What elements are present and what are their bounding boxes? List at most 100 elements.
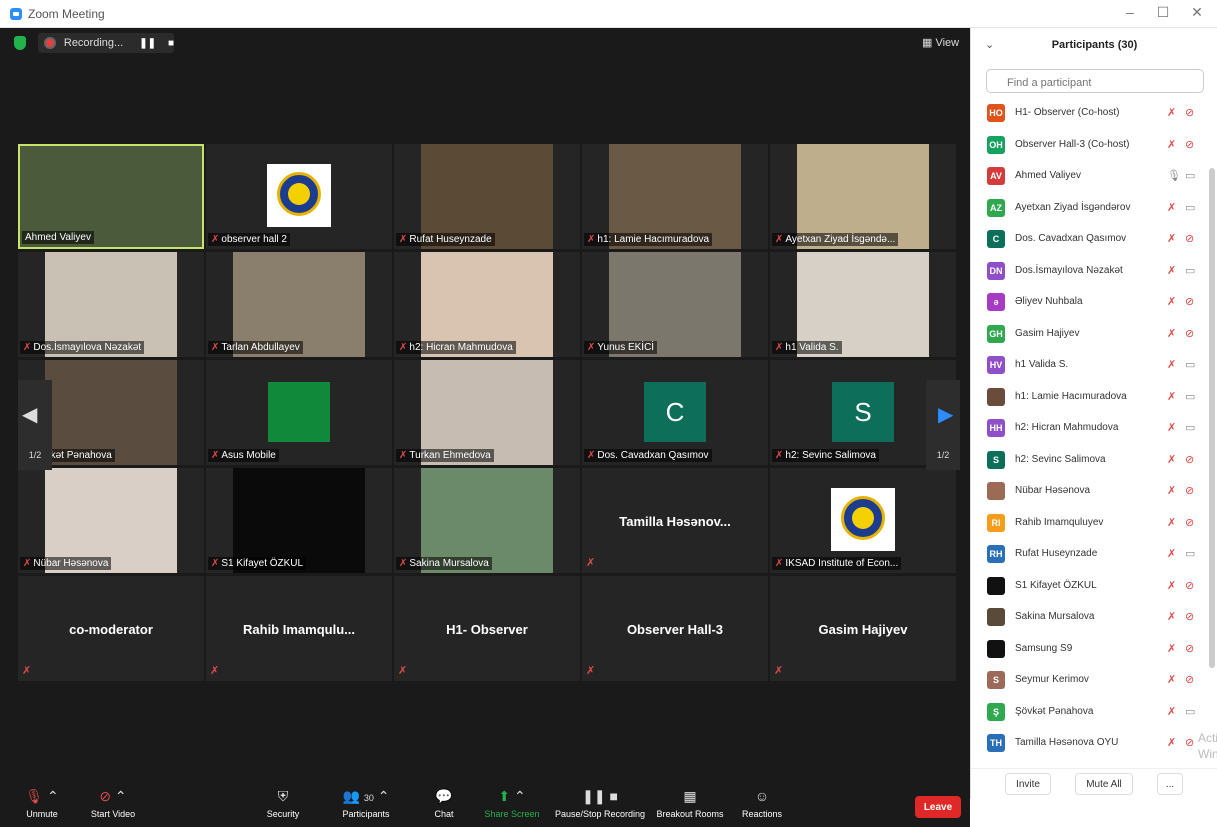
- participant-row[interactable]: Samsung S9 ✗ ⊘: [971, 634, 1217, 664]
- camera-off-icon: ⊘: [1185, 516, 1195, 529]
- video-tile[interactable]: ✗ Asus Mobile: [206, 360, 392, 465]
- muted-mic-icon: ✗: [1167, 705, 1177, 718]
- window-title: Zoom Meeting: [28, 6, 105, 21]
- video-tile[interactable]: Ahmed Valiyev: [18, 144, 204, 249]
- participant-name-label: ✗ Ayetxan Ziyad İsgəndə...: [772, 233, 899, 246]
- participant-row[interactable]: RH Rufat Huseynzade ✗ ▭: [971, 539, 1217, 569]
- video-tile[interactable]: Tamilla Həsənov... ✗: [582, 468, 768, 573]
- video-tile[interactable]: Observer Hall-3 ✗: [582, 576, 768, 681]
- video-tile[interactable]: ✗ Tarlan Abdullayev: [206, 252, 392, 357]
- pause-stop-recording-button[interactable]: ❚❚ ■ Pause/Stop Recording: [548, 787, 652, 819]
- participant-row[interactable]: RI Rahib Imamquluyev ✗ ⊘: [971, 508, 1217, 538]
- participant-row[interactable]: GH Gasim Hajiyev ✗ ⊘: [971, 319, 1217, 349]
- participant-name: Sakina Mursalova: [409, 558, 489, 569]
- maximize-button[interactable]: ☐: [1148, 4, 1178, 21]
- video-tile[interactable]: Gasim Hajiyev ✗: [770, 576, 956, 681]
- video-tile[interactable]: ✗ h1 Valida S.: [770, 252, 956, 357]
- muted-mic-icon: ✗: [210, 665, 220, 677]
- encryption-shield-icon[interactable]: [14, 36, 26, 50]
- participants-button[interactable]: 👥 30 ⌃ Participants: [326, 787, 406, 819]
- participant-row[interactable]: Nübar Həsənova ✗ ⊘: [971, 476, 1217, 506]
- unmute-button[interactable]: 🎙 ⌃ Unmute: [2, 787, 82, 819]
- muted-mic-icon: ✗: [587, 450, 596, 461]
- participant-name-label: ✗ Turkan Ehmedova: [396, 449, 494, 462]
- participant-row[interactable]: Sh2: Sevinc Salimova ✗ ⊘: [971, 445, 1217, 475]
- participant-name-label: ✗ h1: Lamie Hacımuradova: [584, 233, 713, 246]
- next-page-button[interactable]: ▶ 1/2: [926, 380, 960, 470]
- participant-name: Asus Mobile: [221, 450, 276, 461]
- video-tile[interactable]: ✗ IKSAD Institute of Econ...: [770, 468, 956, 573]
- participant-name-card: Observer Hall-3: [626, 622, 724, 637]
- muted-mic-icon: ✗: [1167, 390, 1177, 403]
- video-tile[interactable]: ✗ h1: Lamie Hacımuradova: [582, 144, 768, 249]
- participants-panel: ⌄ Participants (30) ⚲ HOH1- Observer (Co…: [970, 28, 1217, 799]
- participant-row[interactable]: OH Observer Hall-3 (Co-host) ✗ ⊘: [971, 130, 1217, 160]
- participants-panel-footer: Invite Mute All ...: [971, 768, 1217, 799]
- participant-row[interactable]: HH h2: Hicran Mahmudova ✗ ▭: [971, 413, 1217, 443]
- participant-list-scrollbar[interactable]: [1209, 168, 1215, 668]
- participant-name: Seymur Kerimov: [1015, 674, 1089, 685]
- muted-mic-icon: ✗: [1167, 233, 1177, 245]
- video-tile[interactable]: ✗ h2: Hicran Mahmudova: [394, 252, 580, 357]
- video-tile[interactable]: ✗ S1 Kifayet ÖZKUL: [206, 468, 392, 573]
- participant-row[interactable]: AZ Ayetxan Ziyad İsgəndərov ✗ ▭: [971, 193, 1217, 223]
- participant-row[interactable]: Sakina Mursalova ✗ ⊘: [971, 602, 1217, 632]
- participant-name-label: ✗ h2: Hicran Mahmudova: [396, 341, 516, 354]
- pause-recording-icon[interactable]: ❚❚: [139, 38, 156, 49]
- participant-name: Şövkət Pənahova: [1015, 705, 1094, 717]
- previous-page-button[interactable]: ◀ 1/2: [18, 380, 52, 470]
- participant-name-card: co-moderator: [69, 622, 153, 637]
- video-tile[interactable]: ✗ Nübar Həsənova: [18, 468, 204, 573]
- video-tile[interactable]: ✗ Yunus EKİCİ: [582, 252, 768, 357]
- participant-row[interactable]: DN Dos.İsmayılova Nəzakət ✗ ▭: [971, 256, 1217, 286]
- video-tile[interactable]: C ✗ Dos. Cavadxan Qasımov: [582, 360, 768, 465]
- participant-name: Nübar Həsənova: [33, 558, 109, 569]
- video-tile[interactable]: ✗ Turkan Ehmedova: [394, 360, 580, 465]
- video-tile[interactable]: co-moderator ✗: [18, 576, 204, 681]
- minimize-button[interactable]: –: [1115, 4, 1145, 20]
- participant-name: observer hall 2: [221, 234, 287, 245]
- participant-row[interactable]: HV h1 Valida S. ✗ ▭: [971, 350, 1217, 380]
- close-button[interactable]: ✕: [1182, 4, 1212, 21]
- participant-name-card: Tamilla Həsənov...: [619, 514, 731, 529]
- participant-row[interactable]: AV Ahmed Valiyev 🎙 ▭: [971, 161, 1217, 191]
- video-tile[interactable]: H1- Observer ✗: [394, 576, 580, 681]
- participant-row[interactable]: C Dos. Cavadxan Qasımov ✗ ⊘: [971, 224, 1217, 254]
- participant-row[interactable]: Ş Şövkət Pənahova ✗ ▭: [971, 697, 1217, 727]
- participant-search-input[interactable]: [986, 69, 1204, 93]
- muted-mic-icon: ✗: [399, 234, 408, 245]
- video-tile[interactable]: ✗ Dos.İsmayılova Nəzakət: [18, 252, 204, 357]
- muted-mic-icon: ✗: [1167, 264, 1177, 277]
- reactions-button[interactable]: ☺ Reactions: [722, 787, 802, 819]
- participant-row[interactable]: TH Tamilla Həsənova OYU ✗ ⊘: [971, 728, 1217, 758]
- participant-avatar: [987, 608, 1005, 626]
- stop-recording-icon[interactable]: ■: [168, 38, 174, 49]
- leave-button[interactable]: Leave: [915, 796, 961, 818]
- participant-name-label: ✗ Yunus EKİCİ: [584, 341, 658, 354]
- share-screen-button[interactable]: ⬆ ⌃ Share Screen: [472, 787, 552, 819]
- camera-icon: ▭: [1185, 548, 1196, 560]
- participant-row[interactable]: ə Əliyev Nuhbala ✗ ⊘: [971, 287, 1217, 317]
- more-options-button[interactable]: ...: [1157, 773, 1183, 795]
- participant-row[interactable]: S Seymur Kerimov ✗ ⊘: [971, 665, 1217, 695]
- video-tile[interactable]: ✗ Sakina Mursalova: [394, 468, 580, 573]
- video-tile[interactable]: ✗ observer hall 2: [206, 144, 392, 249]
- participants-panel-header: ⌄ Participants (30): [971, 28, 1217, 62]
- video-tile[interactable]: Rahib Imamqulu... ✗: [206, 576, 392, 681]
- recording-indicator: Recording... ❚❚ ■: [38, 33, 174, 53]
- page-indicator-left: 1/2: [28, 450, 42, 460]
- participant-row[interactable]: HO H1- Observer (Co-host) ✗ ⊘: [971, 98, 1217, 128]
- video-tile[interactable]: ✗ Ayetxan Ziyad İsgəndə...: [770, 144, 956, 249]
- participant-row[interactable]: h1: Lamie Hacımuradova ✗ ▭: [971, 382, 1217, 412]
- mute-all-button[interactable]: Mute All: [1075, 773, 1133, 795]
- breakout-rooms-button[interactable]: ▦ Breakout Rooms: [650, 787, 730, 819]
- start-video-button[interactable]: ⊘ ⌃ Start Video: [73, 787, 153, 819]
- view-button[interactable]: ▦ View: [922, 36, 959, 49]
- breakout-rooms-label: Breakout Rooms: [656, 809, 724, 819]
- security-button[interactable]: ⛨ Security: [243, 787, 323, 819]
- camera-off-icon: ⊘: [1185, 485, 1195, 497]
- muted-mic-icon: ✗: [211, 450, 220, 461]
- video-tile[interactable]: ✗ Rufat Huseynzade: [394, 144, 580, 249]
- participant-row[interactable]: S1 Kifayet ÖZKUL ✗ ⊘: [971, 571, 1217, 601]
- invite-button[interactable]: Invite: [1005, 773, 1051, 795]
